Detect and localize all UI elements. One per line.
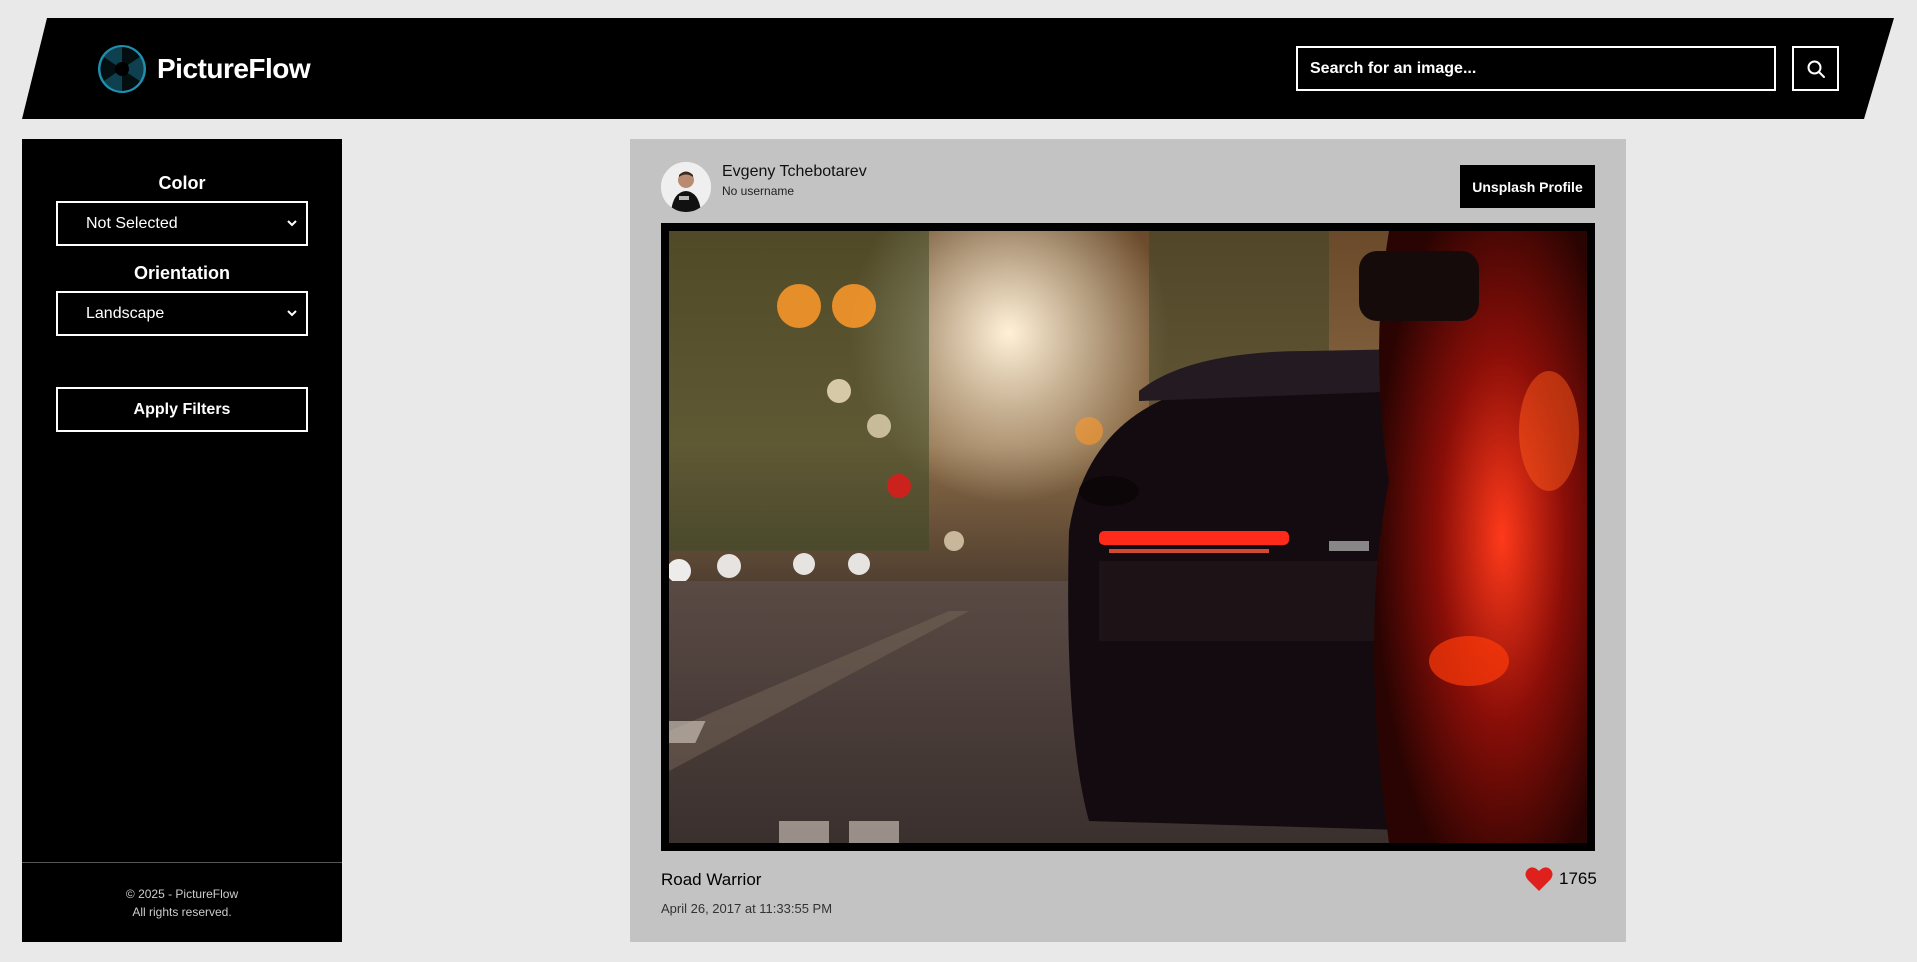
app-name: PictureFlow <box>157 53 311 84</box>
author-username: No username <box>722 184 795 198</box>
image-title: Road Warrior <box>661 870 762 889</box>
color-select-value: Not Selected <box>86 214 178 232</box>
apply-filters-button[interactable]: Apply Filters <box>56 387 308 432</box>
chevron-down-icon <box>287 220 297 227</box>
aperture-logo-icon <box>97 44 147 94</box>
chevron-down-icon <box>287 310 297 317</box>
author-name[interactable]: Evgeny Tchebotarev <box>722 163 867 181</box>
search-input[interactable] <box>1296 46 1776 91</box>
orientation-label: Orientation <box>133 263 230 283</box>
logo[interactable]: PictureFlow <box>97 44 310 94</box>
search-icon <box>1806 59 1826 79</box>
sidebar-divider <box>22 862 342 863</box>
likes[interactable]: 1765 <box>1525 866 1597 892</box>
footer-copyright: © 2025 - PictureFlow <box>125 887 239 901</box>
filter-sidebar: Color Not Selected Orientation Landscape… <box>22 139 342 942</box>
color-select[interactable]: Not Selected <box>56 201 308 246</box>
top-header: PictureFlow <box>22 18 1894 119</box>
heart-icon <box>1525 867 1553 891</box>
orientation-select-value: Landscape <box>86 304 165 322</box>
unsplash-profile-button[interactable]: Unsplash Profile <box>1460 165 1595 208</box>
footer-rights: All rights reserved. <box>132 905 232 919</box>
likes-count: 1765 <box>1559 869 1597 888</box>
car-photo <box>669 231 1587 843</box>
photo-frame[interactable] <box>661 223 1595 851</box>
color-label: Color <box>158 173 206 193</box>
image-card: Evgeny Tchebotarev No username Unsplash … <box>630 139 1626 942</box>
author-avatar[interactable] <box>661 162 711 212</box>
person-avatar-icon <box>661 162 711 212</box>
image-date: April 26, 2017 at 11:33:55 PM <box>661 901 833 916</box>
orientation-select[interactable]: Landscape <box>56 291 308 336</box>
search-button[interactable] <box>1792 46 1839 91</box>
